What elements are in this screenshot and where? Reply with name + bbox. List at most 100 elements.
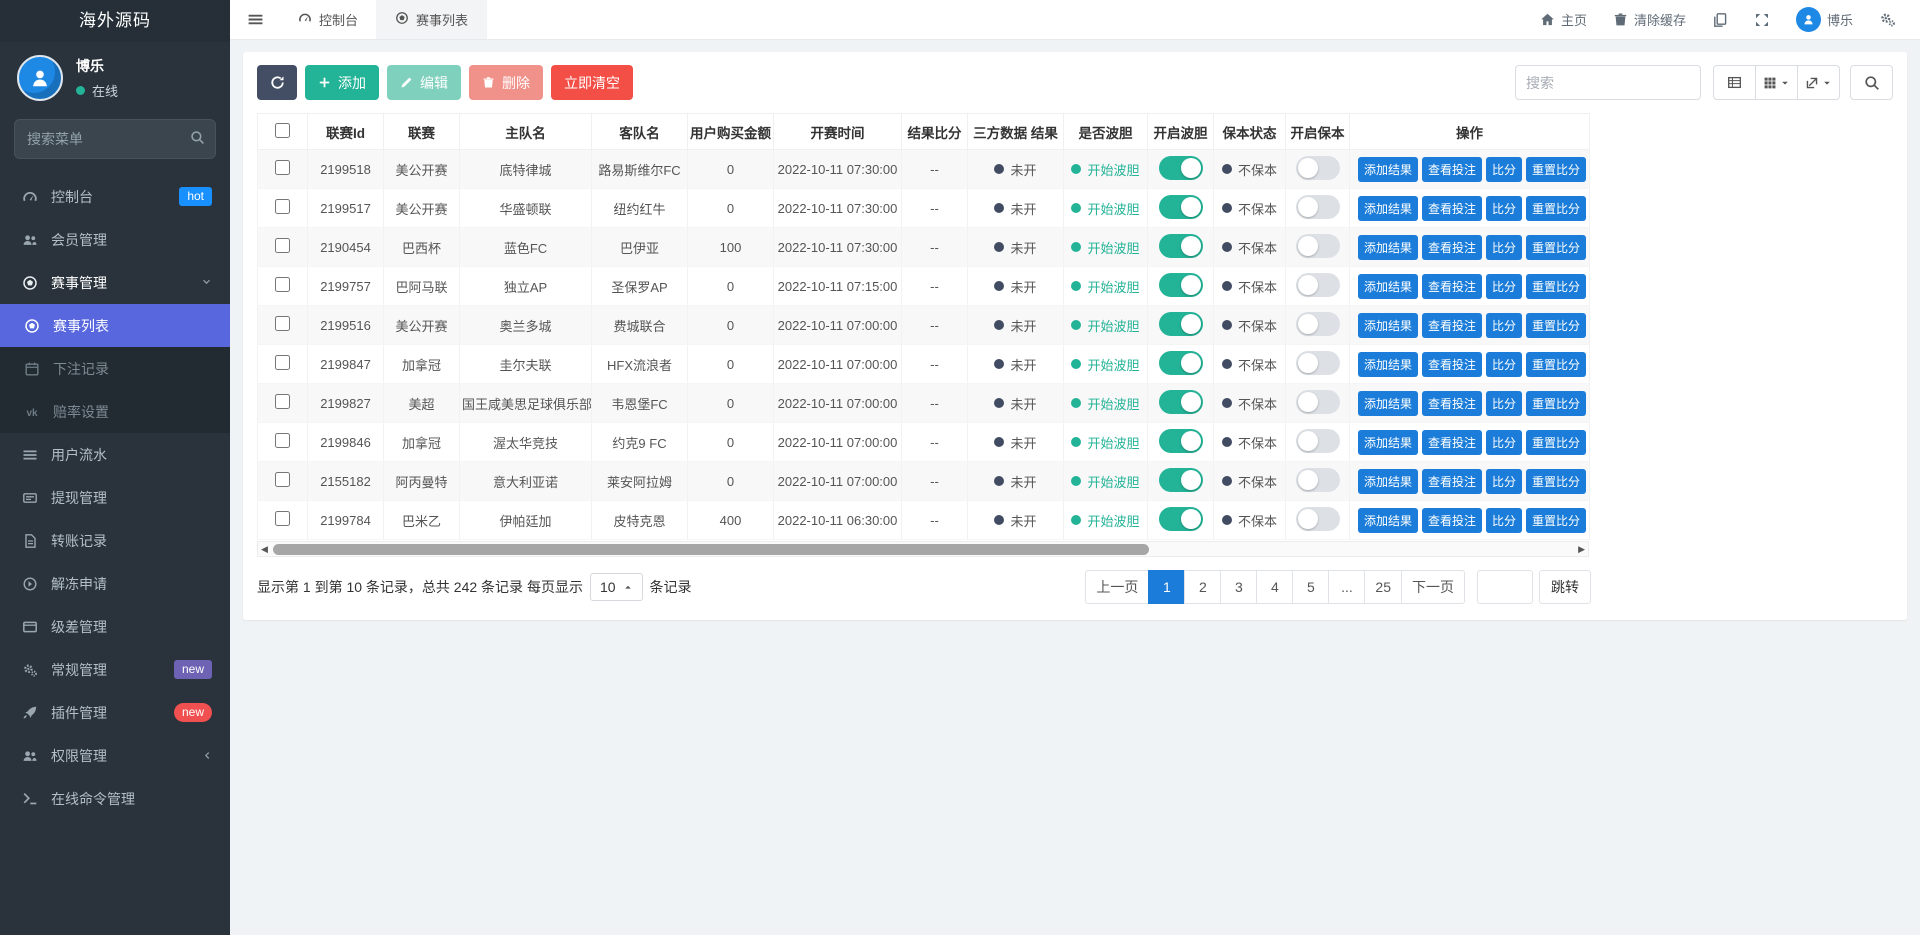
reset-score-button[interactable]: 重置比分 xyxy=(1526,391,1586,416)
scroll-right-icon[interactable]: ▶ xyxy=(1578,545,1585,554)
view-bets-button[interactable]: 查看投注 xyxy=(1422,313,1482,338)
add-result-button[interactable]: 添加结果 xyxy=(1358,235,1418,260)
search-button[interactable] xyxy=(1850,65,1893,100)
add-result-button[interactable]: 添加结果 xyxy=(1358,274,1418,299)
search-icon[interactable] xyxy=(190,130,205,145)
sidebar-item-提现管理[interactable]: 提现管理 xyxy=(0,476,230,519)
baoben-toggle[interactable] xyxy=(1296,351,1340,375)
baoben-toggle[interactable] xyxy=(1296,273,1340,297)
copy-page-button[interactable] xyxy=(1712,12,1728,28)
sidebar-item-下注记录[interactable]: 下注记录 xyxy=(0,347,230,390)
page-size-select[interactable]: 10 xyxy=(590,573,643,601)
score-button[interactable]: 比分 xyxy=(1486,274,1522,299)
toggle-view-button[interactable] xyxy=(1713,65,1756,100)
home-button[interactable]: 主页 xyxy=(1540,10,1587,29)
page-button-1[interactable]: 1 xyxy=(1148,570,1185,604)
score-button[interactable]: 比分 xyxy=(1486,157,1522,182)
score-button[interactable]: 比分 xyxy=(1486,508,1522,533)
page-ellipsis[interactable]: ... xyxy=(1328,570,1365,604)
score-button[interactable]: 比分 xyxy=(1486,235,1522,260)
add-result-button[interactable]: 添加结果 xyxy=(1358,196,1418,221)
bodan-toggle[interactable] xyxy=(1159,234,1203,258)
clear-cache-button[interactable]: 清除缓存 xyxy=(1613,10,1686,29)
view-bets-button[interactable]: 查看投注 xyxy=(1422,235,1482,260)
view-bets-button[interactable]: 查看投注 xyxy=(1422,352,1482,377)
baoben-toggle[interactable] xyxy=(1296,195,1340,219)
reset-score-button[interactable]: 重置比分 xyxy=(1526,274,1586,299)
sidebar-item-赛事管理[interactable]: 赛事管理 xyxy=(0,261,230,304)
sidebar-item-会员管理[interactable]: 会员管理 xyxy=(0,218,230,261)
add-result-button[interactable]: 添加结果 xyxy=(1358,508,1418,533)
sidebar-item-控制台[interactable]: 控制台hot xyxy=(0,175,230,218)
row-checkbox[interactable] xyxy=(275,160,290,175)
row-checkbox[interactable] xyxy=(275,472,290,487)
sidebar-item-插件管理[interactable]: 插件管理new xyxy=(0,691,230,734)
page-button-25[interactable]: 25 xyxy=(1364,570,1402,604)
sidebar-item-常规管理[interactable]: 常规管理new xyxy=(0,648,230,691)
add-result-button[interactable]: 添加结果 xyxy=(1358,430,1418,455)
table-search-input[interactable] xyxy=(1515,65,1701,100)
edit-button[interactable]: 编辑 xyxy=(387,65,461,100)
view-bets-button[interactable]: 查看投注 xyxy=(1422,391,1482,416)
settings-button[interactable] xyxy=(1879,11,1896,28)
bodan-toggle[interactable] xyxy=(1159,429,1203,453)
clear-now-button[interactable]: 立即清空 xyxy=(551,65,633,100)
bodan-toggle[interactable] xyxy=(1159,507,1203,531)
sidebar-item-解冻申请[interactable]: 解冻申请 xyxy=(0,562,230,605)
row-checkbox[interactable] xyxy=(275,433,290,448)
reset-score-button[interactable]: 重置比分 xyxy=(1526,196,1586,221)
score-button[interactable]: 比分 xyxy=(1486,352,1522,377)
score-button[interactable]: 比分 xyxy=(1486,313,1522,338)
delete-button[interactable]: 删除 xyxy=(469,65,543,100)
score-button[interactable]: 比分 xyxy=(1486,196,1522,221)
sidebar-item-权限管理[interactable]: 权限管理 xyxy=(0,734,230,777)
page-button-5[interactable]: 5 xyxy=(1292,570,1329,604)
score-button[interactable]: 比分 xyxy=(1486,469,1522,494)
add-result-button[interactable]: 添加结果 xyxy=(1358,469,1418,494)
baoben-toggle[interactable] xyxy=(1296,507,1340,531)
row-checkbox[interactable] xyxy=(275,394,290,409)
hamburger-button[interactable] xyxy=(230,0,280,39)
export-button[interactable] xyxy=(1797,65,1840,100)
add-result-button[interactable]: 添加结果 xyxy=(1358,391,1418,416)
user-menu[interactable]: 博乐 xyxy=(1796,7,1853,32)
refresh-button[interactable] xyxy=(257,65,297,100)
baoben-toggle[interactable] xyxy=(1296,468,1340,492)
baoben-toggle[interactable] xyxy=(1296,156,1340,180)
next-page-button[interactable]: 下一页 xyxy=(1401,570,1465,604)
fullscreen-button[interactable] xyxy=(1754,12,1770,28)
jump-page-input[interactable] xyxy=(1477,570,1533,604)
view-bets-button[interactable]: 查看投注 xyxy=(1422,508,1482,533)
row-checkbox[interactable] xyxy=(275,355,290,370)
sidebar-search-input[interactable] xyxy=(14,119,216,159)
add-result-button[interactable]: 添加结果 xyxy=(1358,313,1418,338)
row-checkbox[interactable] xyxy=(275,199,290,214)
bodan-toggle[interactable] xyxy=(1159,468,1203,492)
view-bets-button[interactable]: 查看投注 xyxy=(1422,469,1482,494)
sidebar-item-赔率设置[interactable]: vk赔率设置 xyxy=(0,390,230,433)
row-checkbox[interactable] xyxy=(275,238,290,253)
add-result-button[interactable]: 添加结果 xyxy=(1358,157,1418,182)
page-button-4[interactable]: 4 xyxy=(1256,570,1293,604)
bodan-toggle[interactable] xyxy=(1159,390,1203,414)
reset-score-button[interactable]: 重置比分 xyxy=(1526,469,1586,494)
reset-score-button[interactable]: 重置比分 xyxy=(1526,157,1586,182)
row-checkbox[interactable] xyxy=(275,316,290,331)
bodan-toggle[interactable] xyxy=(1159,195,1203,219)
reset-score-button[interactable]: 重置比分 xyxy=(1526,235,1586,260)
baoben-toggle[interactable] xyxy=(1296,312,1340,336)
view-bets-button[interactable]: 查看投注 xyxy=(1422,196,1482,221)
sidebar-item-用户流水[interactable]: 用户流水 xyxy=(0,433,230,476)
page-button-2[interactable]: 2 xyxy=(1184,570,1221,604)
score-button[interactable]: 比分 xyxy=(1486,391,1522,416)
scrollbar-thumb[interactable] xyxy=(273,544,1149,555)
tab-赛事列表[interactable]: 赛事列表 xyxy=(377,0,487,39)
bodan-toggle[interactable] xyxy=(1159,312,1203,336)
tab-控制台[interactable]: 控制台 xyxy=(280,0,377,39)
select-all-checkbox[interactable] xyxy=(275,123,290,138)
reset-score-button[interactable]: 重置比分 xyxy=(1526,430,1586,455)
bodan-toggle[interactable] xyxy=(1159,273,1203,297)
row-checkbox[interactable] xyxy=(275,277,290,292)
avatar[interactable] xyxy=(17,55,63,101)
view-bets-button[interactable]: 查看投注 xyxy=(1422,157,1482,182)
